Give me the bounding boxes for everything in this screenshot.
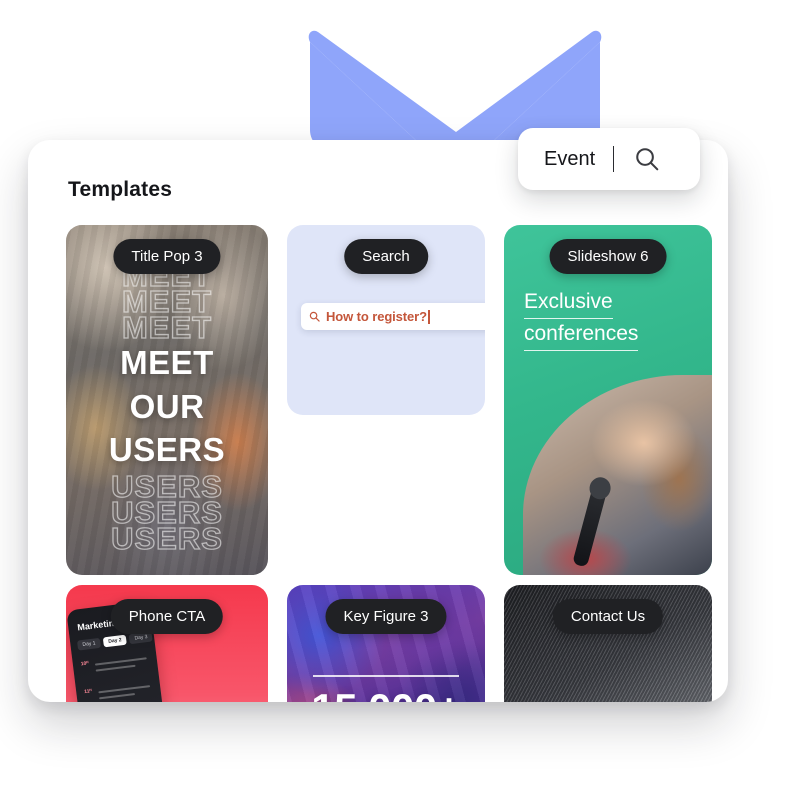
- template-card-slideshow[interactable]: Exclusive conferences Slideshow 6: [504, 225, 712, 575]
- search-icon[interactable]: [634, 146, 660, 172]
- card-badge-title-pop[interactable]: Title Pop 3: [113, 239, 221, 274]
- templates-grid: MEET MEET MEET MEET OUR USERS USERS USER…: [66, 225, 722, 702]
- template-card-contact-us[interactable]: Need more info? support@loveltech.com Co…: [504, 585, 712, 702]
- card-badge-slideshow[interactable]: Slideshow 6: [549, 239, 667, 274]
- template-card-title-pop[interactable]: MEET MEET MEET MEET OUR USERS USERS USER…: [66, 225, 268, 575]
- echo-line-6: USERS: [110, 520, 223, 556]
- event-search-pill[interactable]: Event: [518, 128, 700, 190]
- slideshow-heading: Exclusive conferences: [524, 287, 639, 351]
- card-badge-contact-us[interactable]: Contact Us: [552, 599, 664, 634]
- phone-tab-2: Day 2: [102, 634, 128, 648]
- key-figure-block: 15 000+ Attendees: [287, 675, 485, 702]
- card-badge-search[interactable]: Search: [344, 239, 428, 274]
- phone-tick-2: 11ᴴ: [83, 688, 93, 696]
- key-figure-number: 15 000+: [287, 677, 485, 702]
- search-icon: [309, 311, 320, 322]
- phone-screen-tabs: Day 1 Day 2 Day 3: [76, 631, 154, 651]
- slideshow-heading-line-1: Exclusive: [524, 287, 613, 319]
- slideshow-heading-line-2: conferences: [524, 319, 639, 351]
- pill-divider: [613, 146, 615, 172]
- template-card-key-figure[interactable]: 15 000+ Attendees Key Figure 3: [287, 585, 485, 702]
- template-card-search[interactable]: How to register? Search: [287, 225, 485, 415]
- template-card-phone-cta[interactable]: Marketing Day 1 Day 2 Day 3 10ᴴ 11ᴴ 12ᴴ: [66, 585, 268, 702]
- headline-line-1: MEET: [120, 344, 214, 382]
- echo-line-3: MEET: [121, 310, 213, 346]
- title-pop-text-stack: MEET MEET MEET MEET OUR USERS USERS USER…: [66, 259, 268, 556]
- search-input[interactable]: How to register?: [301, 303, 485, 330]
- page-title: Templates: [68, 178, 173, 201]
- phone-tick-1: 10ᴴ: [80, 660, 89, 668]
- templates-panel: Templates MEET MEET MEET MEET OUR USERS …: [28, 140, 728, 702]
- search-query-text: How to register?: [326, 309, 427, 324]
- headline-line-2: OUR: [129, 387, 205, 425]
- card-badge-phone-cta[interactable]: Phone CTA: [110, 599, 224, 634]
- headline-line-3: USERS: [108, 431, 226, 469]
- screenshot-stage: Templates MEET MEET MEET MEET OUR USERS …: [0, 0, 800, 800]
- event-search-value: Event: [544, 147, 596, 170]
- text-caret: [427, 309, 430, 324]
- card-badge-key-figure[interactable]: Key Figure 3: [325, 599, 447, 634]
- card-photo-speaker: [523, 375, 712, 575]
- phone-tab-1: Day 1: [76, 637, 102, 651]
